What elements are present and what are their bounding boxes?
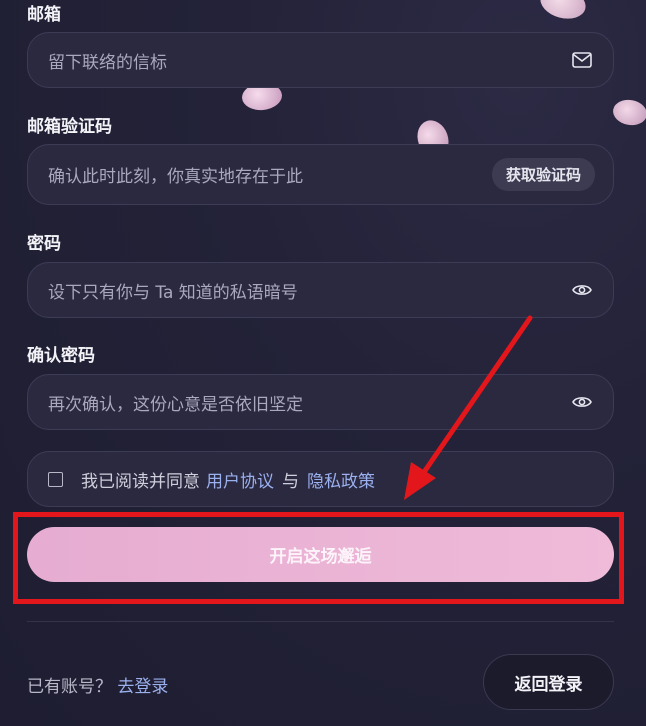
password-field[interactable]: 设下只有你与 Ta 知道的私语暗号 bbox=[27, 262, 614, 318]
confirm-password-label: 确认密码 bbox=[27, 346, 95, 366]
code-placeholder: 确认此时此刻，你真实地存在于此 bbox=[48, 167, 303, 187]
confirm-password-placeholder: 再次确认，这份心意是否依旧坚定 bbox=[48, 394, 303, 415]
petal-decoration bbox=[536, 0, 590, 24]
footer-login-prompt: 已有账号？ 去登录 bbox=[27, 672, 168, 697]
mail-icon bbox=[571, 49, 593, 71]
have-account-text: 已有账号？ bbox=[27, 677, 112, 697]
agreement-prefix: 我已阅读并同意 bbox=[81, 471, 200, 492]
user-agreement-link[interactable]: 用户协议 bbox=[206, 467, 274, 492]
code-label: 邮箱验证码 bbox=[27, 117, 112, 137]
confirm-password-field[interactable]: 再次确认，这份心意是否依旧坚定 bbox=[27, 374, 614, 430]
email-placeholder: 留下联络的信标 bbox=[48, 52, 167, 73]
divider bbox=[27, 621, 614, 622]
email-label: 邮箱 bbox=[27, 5, 61, 25]
login-link[interactable]: 去登录 bbox=[117, 677, 168, 697]
eye-icon[interactable] bbox=[571, 391, 593, 413]
annotation-arrow bbox=[404, 315, 533, 500]
privacy-policy-link[interactable]: 隐私政策 bbox=[307, 467, 375, 492]
eye-icon[interactable] bbox=[571, 279, 593, 301]
submit-register-button[interactable]: 开启这场邂逅 bbox=[27, 527, 614, 582]
agreement-row: 我已阅读并同意 用户协议 与 隐私政策 bbox=[27, 451, 614, 507]
agreement-checkbox[interactable] bbox=[48, 471, 63, 487]
password-label: 密码 bbox=[27, 234, 61, 254]
verification-code-field[interactable]: 确认此时此刻，你真实地存在于此 获取验证码 bbox=[27, 144, 614, 205]
agreement-and: 与 bbox=[282, 471, 299, 492]
back-to-login-button[interactable]: 返回登录 bbox=[483, 654, 614, 710]
password-placeholder: 设下只有你与 Ta 知道的私语暗号 bbox=[48, 282, 298, 303]
get-code-button[interactable]: 获取验证码 bbox=[491, 158, 595, 191]
email-field[interactable]: 留下联络的信标 bbox=[27, 32, 614, 88]
petal-decoration bbox=[611, 97, 646, 128]
